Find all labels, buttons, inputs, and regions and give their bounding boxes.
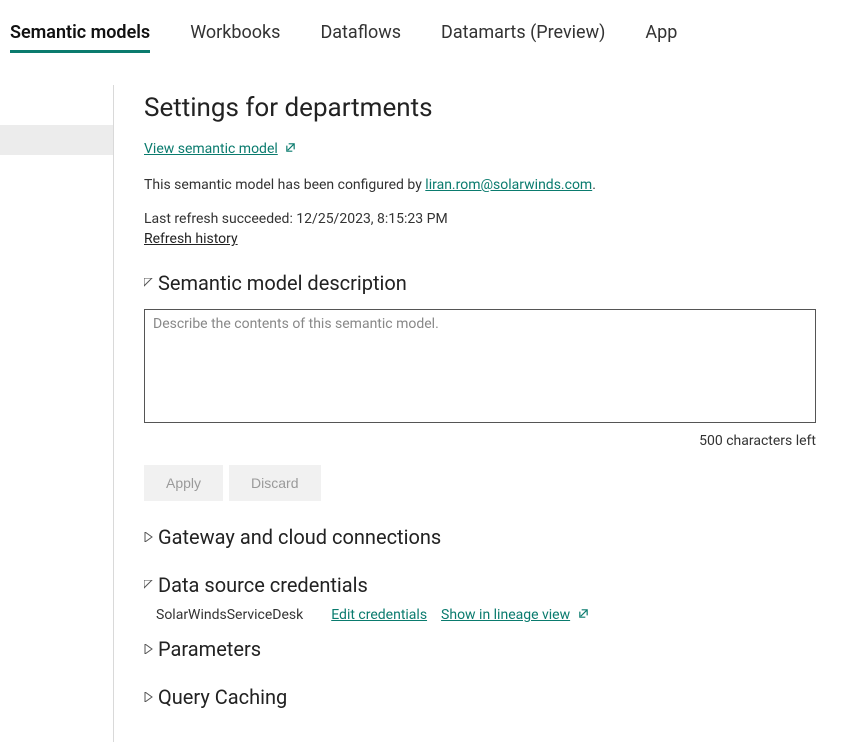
discard-button[interactable]: Discard [229, 465, 320, 501]
section-query-caching-toggle[interactable]: Query Caching [144, 685, 860, 709]
section-parameters-title: Parameters [158, 637, 261, 661]
apply-button[interactable]: Apply [144, 465, 223, 501]
tab-semantic-models[interactable]: Semantic models [10, 22, 150, 51]
edit-credentials-link[interactable]: Edit credentials [331, 607, 427, 623]
section-gateway-toggle[interactable]: Gateway and cloud connections [144, 525, 860, 549]
show-lineage-link[interactable]: Show in lineage view [441, 607, 570, 623]
section-credentials-title: Data source credentials [158, 573, 368, 597]
chevron-right-icon [144, 644, 154, 654]
chevron-right-icon [144, 692, 154, 702]
chevron-down-icon [144, 278, 154, 288]
tab-strip: Semantic models Workbooks Dataflows Data… [0, 0, 860, 51]
last-refresh-text: Last refresh succeeded: 12/25/2023, 8:15… [144, 211, 860, 227]
section-description-toggle[interactable]: Semantic model description [144, 271, 860, 295]
external-link-icon [285, 142, 296, 153]
description-textarea[interactable] [144, 309, 816, 423]
left-sidebar [0, 85, 114, 742]
settings-content: Settings for departments View semantic m… [114, 85, 860, 742]
view-semantic-model-row: View semantic model [144, 141, 860, 157]
external-link-icon [578, 608, 589, 619]
configured-by-suffix: . [592, 177, 596, 193]
chevron-right-icon [144, 532, 154, 542]
tab-dataflows[interactable]: Dataflows [320, 22, 401, 51]
section-description-title: Semantic model description [158, 271, 407, 295]
sidebar-selected-item[interactable] [0, 125, 113, 155]
section-parameters-toggle[interactable]: Parameters [144, 637, 860, 661]
chevron-down-icon [144, 580, 154, 590]
view-semantic-model-link[interactable]: View semantic model [144, 141, 278, 157]
configured-by-prefix: This semantic model has been configured … [144, 177, 425, 193]
section-gateway-title: Gateway and cloud connections [158, 525, 441, 549]
show-lineage-wrap: Show in lineage view [441, 607, 589, 623]
datasource-name: SolarWindsServiceDesk [156, 607, 303, 623]
tab-app[interactable]: App [645, 22, 677, 51]
refresh-history-link[interactable]: Refresh history [144, 231, 238, 247]
configured-by-line: This semantic model has been configured … [144, 177, 860, 193]
section-query-caching-title: Query Caching [158, 685, 287, 709]
tab-datamarts[interactable]: Datamarts (Preview) [441, 22, 605, 51]
section-credentials-toggle[interactable]: Data source credentials [144, 573, 860, 597]
page-title: Settings for departments [144, 93, 860, 123]
tab-workbooks[interactable]: Workbooks [190, 22, 280, 51]
configured-by-email[interactable]: liran.rom@solarwinds.com [425, 177, 592, 193]
description-chars-left: 500 characters left [144, 433, 816, 449]
